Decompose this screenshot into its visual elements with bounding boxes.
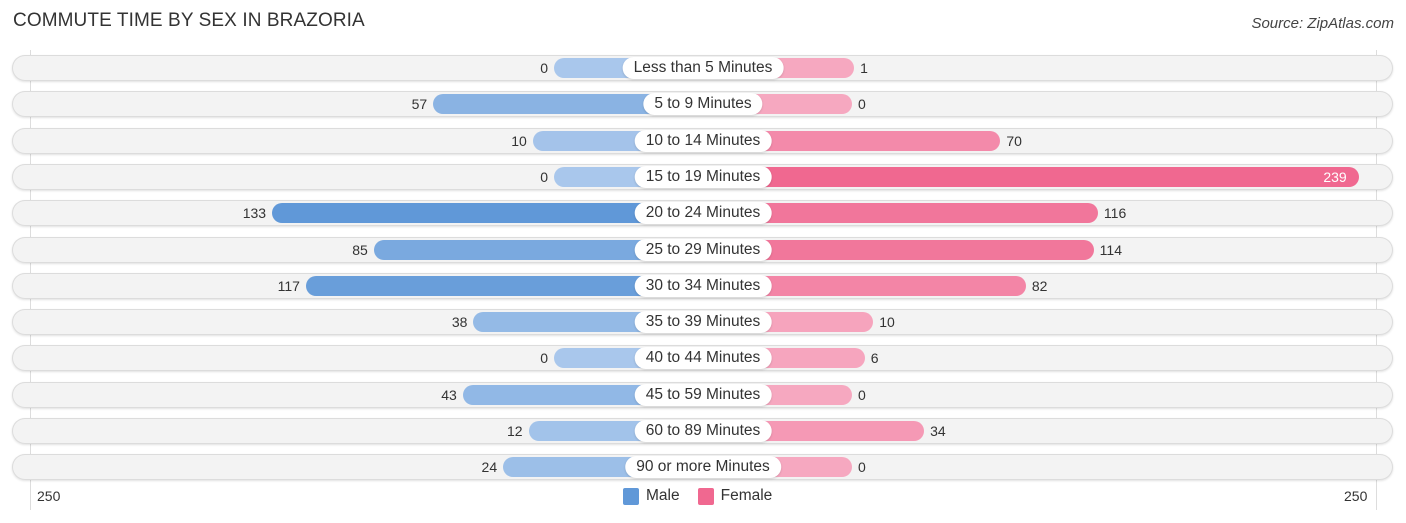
value-label-male: 0 (540, 60, 548, 76)
value-label-male: 0 (540, 350, 548, 366)
axis-label-right: 250 (1344, 488, 1368, 504)
category-label: 20 to 24 Minutes (634, 202, 772, 224)
chart-area: 0 1 Less than 5 Minutes 57 0 5 to 9 Minutes 10… (0, 0, 1406, 523)
category-label: 35 to 39 Minutes (634, 311, 772, 333)
value-label-male: 10 (511, 133, 527, 149)
value-label-male: 117 (277, 278, 300, 294)
value-label-female: 0 (858, 459, 866, 475)
category-label: 60 to 89 Minutes (634, 420, 772, 442)
category-label: 10 to 14 Minutes (634, 130, 772, 152)
axis-label-left: 250 (37, 488, 61, 504)
value-label-female: 10 (879, 314, 895, 330)
value-label-female: 116 (1103, 205, 1127, 221)
legend-swatch-female (697, 487, 714, 505)
value-label-male: 133 (242, 205, 267, 221)
value-label-male: 0 (540, 169, 548, 185)
value-label-male: 12 (506, 423, 523, 439)
value-label-female: 70 (1006, 133, 1022, 149)
value-label-female: 82 (1031, 278, 1048, 294)
legend-item-male[interactable]: Male (623, 487, 680, 505)
legend-item-female[interactable]: Female (697, 487, 773, 505)
value-label-female: 1 (860, 60, 868, 76)
category-label: 45 to 59 Minutes (634, 384, 772, 406)
legend: Male Female (623, 487, 784, 505)
value-label-female: 0 (858, 387, 866, 403)
value-label-male: 57 (411, 96, 428, 112)
value-label-male: 24 (481, 459, 498, 475)
bar-female[interactable] (703, 167, 1359, 187)
value-label-male: 43 (441, 387, 457, 403)
value-label-female: 34 (930, 423, 946, 439)
category-label: 25 to 29 Minutes (634, 239, 772, 261)
value-label-male: 38 (451, 314, 468, 330)
value-label-female: 6 (870, 350, 879, 366)
category-label: Less than 5 Minutes (622, 57, 784, 79)
legend-label-male: Male (646, 487, 680, 504)
value-label-female: 239 (1323, 169, 1347, 185)
category-label: 90 or more Minutes (625, 456, 781, 478)
legend-label-female: Female (720, 487, 773, 504)
category-label: 5 to 9 Minutes (643, 93, 763, 115)
value-label-female: 114 (1099, 242, 1122, 258)
category-label: 30 to 34 Minutes (634, 275, 772, 297)
value-label-female: 0 (858, 96, 866, 112)
value-label-male: 85 (352, 242, 368, 258)
category-label: 40 to 44 Minutes (634, 347, 772, 369)
category-label: 15 to 19 Minutes (634, 166, 772, 188)
legend-swatch-male (623, 487, 639, 505)
